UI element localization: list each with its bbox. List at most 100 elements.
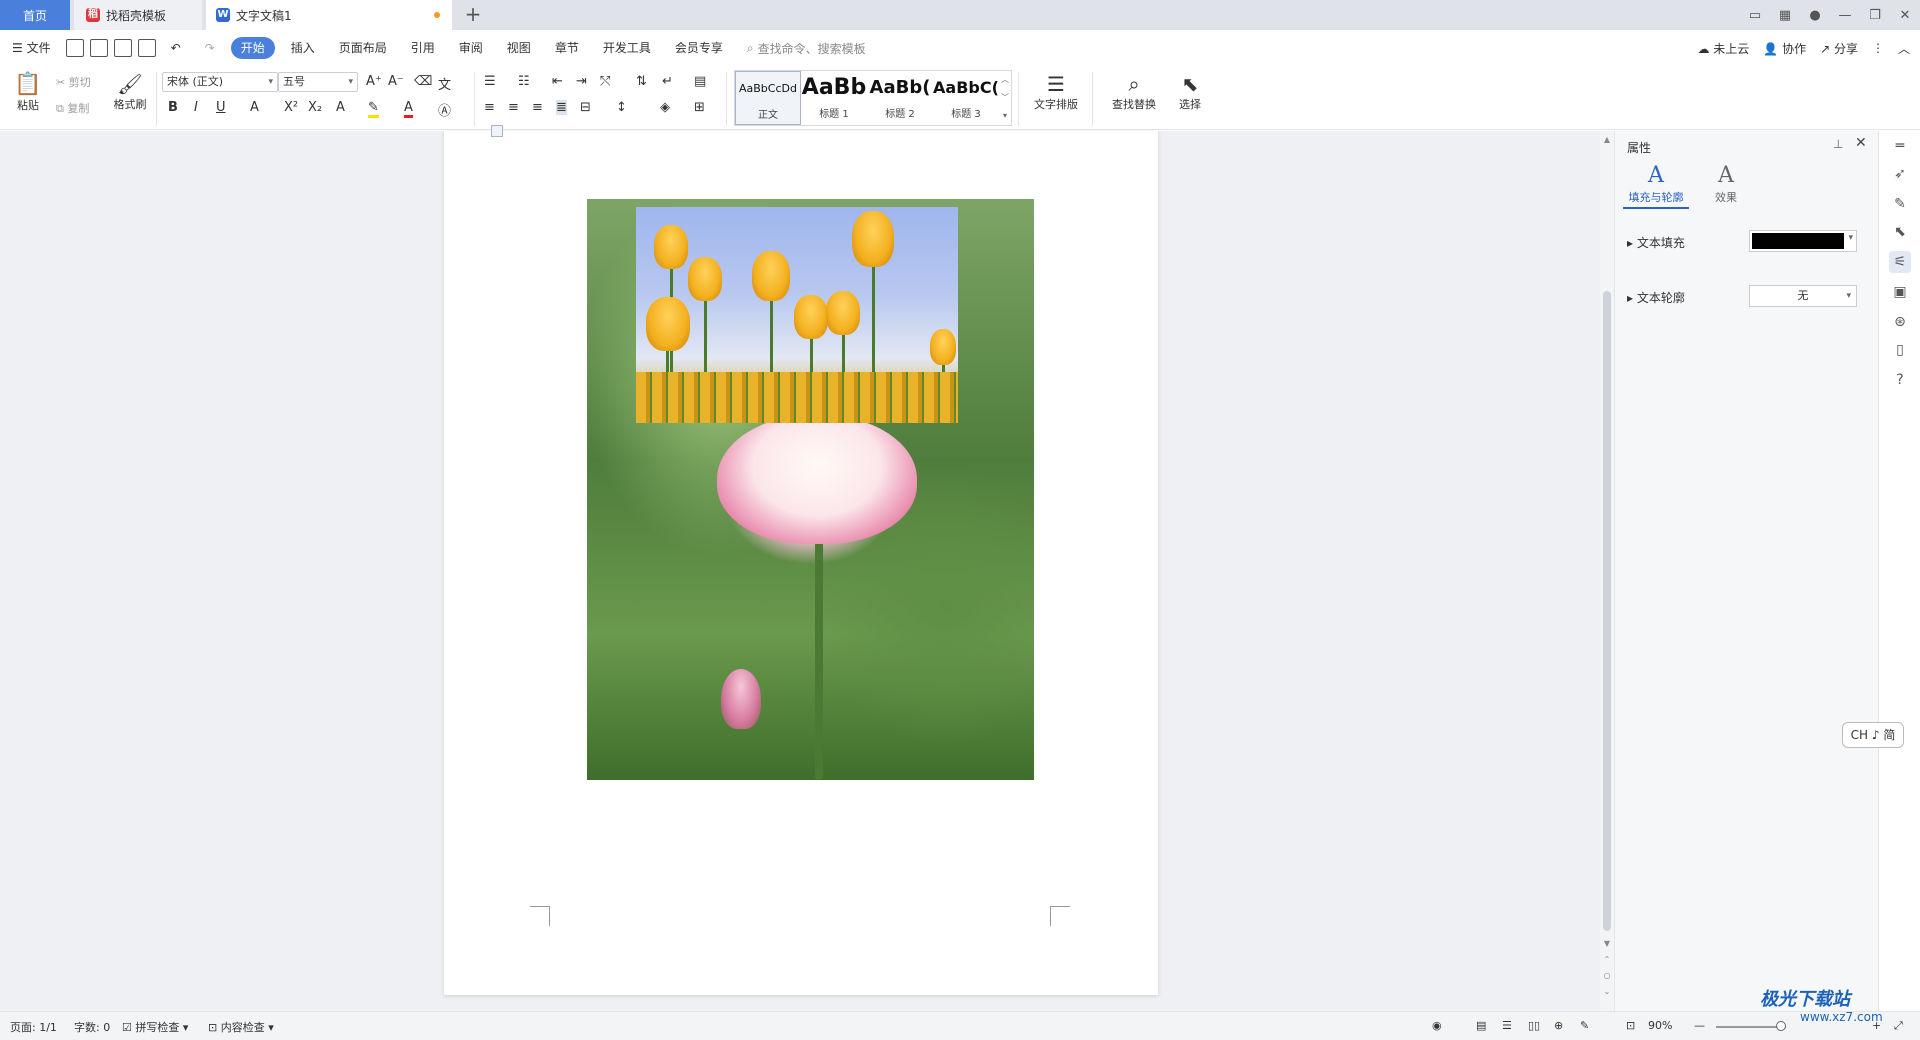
style-heading-1[interactable]: AaBb 标题 1 <box>801 71 867 125</box>
subscript-icon[interactable]: X₂ <box>308 100 322 115</box>
help-icon[interactable]: ? <box>1889 369 1911 391</box>
grow-font-icon[interactable]: A⁺ <box>366 74 382 89</box>
superscript-icon[interactable]: X² <box>284 100 298 115</box>
style-normal[interactable]: AaBbCcDd 正文 <box>735 71 801 125</box>
ime-indicator[interactable]: CH ♪ 简 <box>1842 722 1904 748</box>
tab-fill-outline[interactable]: A 填充与轮廓 <box>1623 163 1689 209</box>
zoom-level[interactable]: 90% <box>1648 1019 1672 1032</box>
close-button[interactable]: ✕ <box>1890 8 1920 23</box>
outdent-icon[interactable]: ⇤ <box>552 74 563 89</box>
justify-icon[interactable]: ≣ <box>556 100 567 115</box>
tab-home[interactable]: 首页 <box>0 0 70 30</box>
cloud-button[interactable]: ☁ 未上云 <box>1697 40 1749 57</box>
text-outline-row[interactable]: ▸ 文本轮廓 <box>1627 289 1685 306</box>
word-count[interactable]: 字数: 0 <box>74 1019 110 1035</box>
more-icon[interactable]: ⋮ <box>1872 41 1884 55</box>
select-browse-icon[interactable]: ○ <box>1600 971 1614 980</box>
spell-check-button[interactable]: ☑ 拼写检查 ▾ <box>122 1019 188 1035</box>
rocket-icon[interactable]: ➶ <box>1889 163 1911 185</box>
line-spacing-icon[interactable]: ↕ <box>616 100 627 115</box>
scroll-up-icon[interactable]: ▲ <box>1600 135 1614 144</box>
close-icon[interactable]: ✕ <box>1855 135 1867 151</box>
read-view-icon[interactable]: ▯▯ <box>1528 1019 1540 1032</box>
zoom-slider-thumb[interactable] <box>1776 1021 1786 1031</box>
phonetic-icon[interactable]: 文 <box>438 74 451 93</box>
shading-icon[interactable]: ◈ <box>660 100 670 115</box>
distribute-icon[interactable]: ⊟ <box>580 100 591 115</box>
content-check-button[interactable]: ⊡ 内容检查 ▾ <box>208 1019 274 1035</box>
lotus-image[interactable] <box>587 199 1034 780</box>
page-view-icon[interactable]: ▤ <box>1476 1019 1486 1032</box>
borders-icon[interactable]: ⊞ <box>694 100 705 115</box>
text-effect-icon[interactable]: A <box>336 100 345 115</box>
text-fill-row[interactable]: ▸ 文本填充 <box>1627 234 1685 251</box>
menu-vip[interactable]: 会员专享 <box>663 37 735 59</box>
char-border-icon[interactable]: Ⓐ <box>438 100 451 119</box>
book-icon[interactable]: ▯ <box>1889 339 1911 361</box>
indent-icon[interactable]: ⇥ <box>576 74 587 89</box>
restore-button[interactable]: ❐ <box>1860 8 1890 23</box>
document-page[interactable] <box>444 125 1158 995</box>
copy-button[interactable]: ⧉ 复制 <box>56 100 89 116</box>
expand-icon[interactable]: ═ <box>1889 135 1911 157</box>
style-scroll[interactable]: ︿ ﹀ ▾ <box>999 71 1011 125</box>
tab-template[interactable]: 稻找稻壳模板 <box>74 0 202 30</box>
text-outline-select[interactable]: 无 <box>1749 285 1857 307</box>
format-painter-button[interactable]: 🖌 格式刷 <box>110 72 150 112</box>
text-fill-color-picker[interactable] <box>1749 230 1857 252</box>
highlight-icon[interactable]: ✎ <box>368 100 379 118</box>
menu-view[interactable]: 视图 <box>495 37 543 59</box>
undo-icon[interactable]: ↶ <box>159 37 193 59</box>
table-icon[interactable]: ▤ <box>694 74 706 89</box>
style-heading-3[interactable]: AaBbC(标题 3 <box>933 71 999 125</box>
annotate-icon[interactable]: ✎ <box>1580 1019 1589 1032</box>
minimize-button[interactable]: — <box>1830 8 1860 23</box>
collapse-ribbon-icon[interactable]: ︿ <box>1898 40 1910 57</box>
eye-protect-icon[interactable]: ◉ <box>1432 1019 1442 1032</box>
prev-page-icon[interactable]: ⌃ <box>1600 955 1614 964</box>
align-center-icon[interactable]: ≡ <box>508 100 519 115</box>
menu-layout[interactable]: 页面布局 <box>327 37 399 59</box>
vertical-scrollbar[interactable]: ▲ ▼ ⌃ ○ ⌄ <box>1600 131 1614 1011</box>
page-options-icon[interactable] <box>491 125 503 137</box>
export-icon[interactable] <box>89 39 108 57</box>
collab-button[interactable]: 👤 协作 <box>1763 40 1806 57</box>
image-tool-icon[interactable]: ▣ <box>1889 281 1911 303</box>
style-heading-2[interactable]: AaBb(标题 2 <box>867 71 933 125</box>
share-button[interactable]: ↗ 分享 <box>1820 40 1858 57</box>
file-menu[interactable]: ☰ 文件 <box>0 37 63 59</box>
menu-reference[interactable]: 引用 <box>399 37 447 59</box>
scroll-down-icon[interactable]: ▼ <box>1600 939 1614 948</box>
menu-start[interactable]: 开始 <box>230 37 275 59</box>
command-search[interactable]: ⌕ 查找命令、搜索模板 <box>747 40 866 57</box>
italic-icon[interactable]: I <box>194 100 198 115</box>
numbered-list-icon[interactable]: ☷ <box>518 74 530 89</box>
underline-icon[interactable]: U <box>216 100 226 115</box>
document-canvas[interactable] <box>0 125 1600 1011</box>
pane-title[interactable]: 属性 <box>1627 139 1651 156</box>
compass-icon[interactable]: ⊛ <box>1889 311 1911 333</box>
tab-effect[interactable]: A 效果 <box>1693 163 1759 205</box>
clear-format-icon[interactable]: ⌫ <box>414 74 432 89</box>
find-replace-button[interactable]: ⌕ 查找替换 <box>1104 72 1164 112</box>
grid-icon[interactable]: ▦ <box>1770 8 1800 23</box>
menu-insert[interactable]: 插入 <box>279 37 327 59</box>
select-cursor-icon[interactable]: ⬉ <box>1889 221 1911 243</box>
font-select[interactable]: 宋体 (正文) <box>162 72 278 92</box>
preview-icon[interactable] <box>137 39 156 57</box>
tab-document[interactable]: W 文字文稿1 <box>206 0 452 30</box>
avatar[interactable]: ● <box>1800 8 1830 23</box>
pen-icon[interactable]: ✎ <box>1889 193 1911 215</box>
menu-developer[interactable]: 开发工具 <box>591 37 663 59</box>
bold-icon[interactable]: B <box>168 100 178 115</box>
shrink-font-icon[interactable]: A⁻ <box>388 74 404 89</box>
paste-button[interactable]: 📋 粘贴 <box>10 72 46 113</box>
font-color-icon[interactable]: A <box>404 100 413 118</box>
new-tab-button[interactable]: + <box>460 2 486 28</box>
menu-review[interactable]: 审阅 <box>447 37 495 59</box>
sort-icon[interactable]: ⇅ <box>636 74 647 89</box>
align-left-icon[interactable]: ≡ <box>484 100 495 115</box>
cut-button[interactable]: ✂ 剪切 <box>56 74 91 90</box>
outline-view-icon[interactable]: ☰ <box>1502 1019 1512 1032</box>
text-layout-button[interactable]: ☰ 文字排版 <box>1026 72 1086 112</box>
